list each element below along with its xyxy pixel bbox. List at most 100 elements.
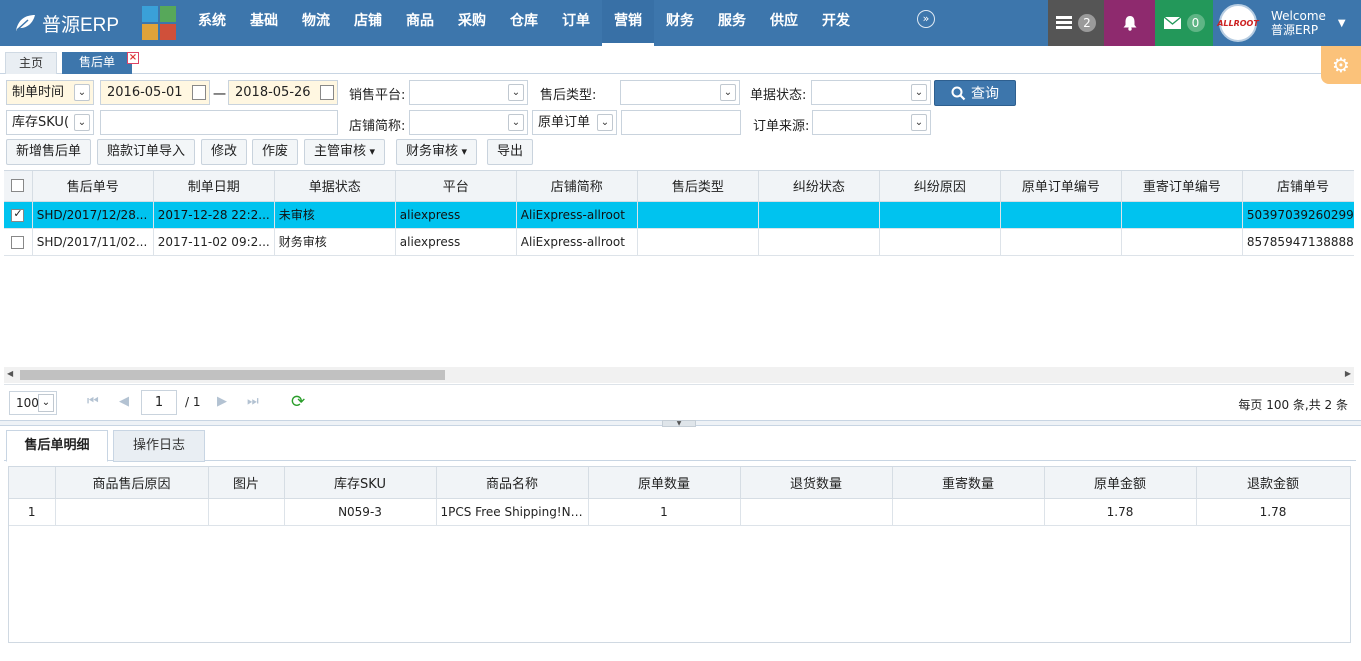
column-header[interactable]: 店铺简称 (516, 171, 638, 202)
source-select[interactable]: ⌄ (812, 110, 931, 135)
page-size-select[interactable]: 100 ⌄ (9, 391, 57, 415)
column-header[interactable]: 重寄订单编号 (1121, 171, 1243, 202)
tab-details[interactable]: 售后单明细 (6, 430, 108, 462)
row-checkbox[interactable] (11, 207, 25, 222)
query-button[interactable]: 查询 (934, 80, 1016, 106)
column-header[interactable]: 原单金额 (1044, 467, 1197, 499)
page-number-input[interactable]: 1 (141, 390, 177, 415)
row-index: 1 (9, 498, 56, 526)
grid-header: 售后单号 制单日期 单据状态 平台 店铺简称 售后类型 纠纷状态 纠纷原因 原单订单编号 重寄订单… (4, 171, 1354, 202)
column-header[interactable]: 重寄数量 (892, 467, 1045, 499)
scroll-thumb[interactable] (20, 370, 445, 380)
horizontal-scrollbar[interactable]: ◀ ▶ (4, 367, 1354, 383)
table-row[interactable]: SHD/2017/11/02... 2017-11-02 09:2... 财务审核 a… (4, 228, 1354, 256)
last-page-icon[interactable]: ⏭ (247, 394, 259, 409)
aftersale-type-select[interactable]: ⌄ (620, 80, 740, 105)
select-all-header (4, 171, 33, 202)
select-all-checkbox[interactable] (11, 179, 25, 193)
column-header[interactable]: 商品名称 (436, 467, 589, 499)
column-header[interactable]: 店铺单号 (1242, 171, 1354, 202)
table-row[interactable]: SHD/2017/12/28...2017-12-28 22:2...未审核al… (4, 201, 1354, 229)
date-type-select[interactable]: 制单时间 ⌄ (6, 80, 94, 105)
calendar-icon[interactable] (192, 85, 206, 100)
scroll-left-icon[interactable]: ◀ (7, 369, 13, 378)
collapse-handle-icon[interactable]: ▼ (662, 420, 696, 427)
action-button[interactable]: 导出 (487, 139, 534, 165)
column-header[interactable]: 退款金额 (1196, 467, 1350, 499)
apps-grid-icon[interactable] (142, 6, 176, 40)
sku-type-select[interactable]: 库存SKU(⌄ (6, 110, 94, 135)
column-header[interactable]: 纠纷状态 (758, 171, 880, 202)
column-header[interactable]: 售后类型 (637, 171, 759, 202)
column-header[interactable]: 商品售后原因 (55, 467, 209, 499)
shop-select[interactable]: ⌄ (409, 110, 528, 135)
user-info: Welcome 普源ERP (1271, 9, 1326, 37)
nav-item[interactable]: 财务 (654, 0, 706, 46)
table-cell: 503970392602995 (1242, 201, 1354, 229)
nav-item[interactable]: 商品 (394, 0, 446, 46)
column-header[interactable]: 售后单号 (32, 171, 154, 202)
row-checkbox[interactable] (11, 235, 25, 249)
nav-item[interactable]: 订单 (550, 0, 602, 46)
column-header[interactable]: 原单订单编号 (1000, 171, 1122, 202)
prev-page-icon[interactable]: ◀ (119, 394, 129, 409)
scroll-right-icon[interactable]: ▶ (1345, 369, 1351, 378)
tasks-count-badge: 2 (1078, 14, 1096, 32)
nav-item[interactable]: 系统 (186, 0, 238, 46)
refresh-icon[interactable]: ⟳ (291, 392, 305, 412)
action-button[interactable]: 主管审核 ▾ (304, 139, 386, 165)
column-header[interactable]: 纠纷原因 (879, 171, 1001, 202)
column-header[interactable]: 单据状态 (274, 171, 396, 202)
index-header (9, 467, 56, 499)
platform-select[interactable]: ⌄ (409, 80, 528, 105)
nav-item[interactable]: 仓库 (498, 0, 550, 46)
date-to-field[interactable]: 2018-05-26 (228, 80, 338, 105)
column-header[interactable]: 图片 (208, 467, 285, 499)
tasks-button[interactable]: 2 (1048, 0, 1104, 46)
user-name: 普源ERP (1271, 23, 1319, 37)
table-cell: 1.78 (1196, 498, 1350, 526)
orig-order-input[interactable] (621, 110, 741, 135)
chevron-down-icon: ⌄ (508, 114, 524, 131)
nav-item[interactable]: 服务 (706, 0, 758, 46)
action-button[interactable]: 修改 (201, 139, 248, 165)
brand[interactable]: 普源ERP (14, 9, 119, 37)
doc-status-select[interactable]: ⌄ (811, 80, 931, 105)
nav-item[interactable]: 供应 (758, 0, 810, 46)
aftersale-type-label: 售后类型: (540, 88, 597, 103)
table-row[interactable]: 1 N059-3 1PCS Free Shipping!Ne... 1 1.78 1.78 (9, 498, 1350, 526)
action-button[interactable]: 赔款订单导入 (97, 139, 196, 165)
column-header[interactable]: 平台 (395, 171, 517, 202)
double-chevron-right-icon[interactable]: » (917, 10, 935, 28)
column-header[interactable]: 原单数量 (588, 467, 741, 499)
column-header[interactable]: 库存SKU (284, 467, 437, 499)
tab-aftersale[interactable]: 售后单 (62, 52, 132, 74)
table-cell (758, 228, 880, 256)
user-menu[interactable]: ALLROOT Welcome 普源ERP ▼ (1213, 0, 1361, 46)
action-button[interactable]: 财务审核 ▾ (396, 139, 478, 165)
orig-order-type-select[interactable]: 原单订单 ⌄ (532, 110, 617, 135)
nav-item[interactable]: 营销 (602, 0, 654, 46)
next-page-icon[interactable]: ▶ (217, 394, 227, 409)
column-header[interactable]: 制单日期 (153, 171, 275, 202)
nav-item[interactable]: 物流 (290, 0, 342, 46)
table-cell (1000, 201, 1122, 229)
nav-item[interactable]: 店铺 (342, 0, 394, 46)
first-page-icon[interactable]: ⏮ (87, 394, 99, 409)
alerts-button[interactable] (1104, 0, 1155, 46)
close-tab-icon[interactable]: × (127, 52, 139, 64)
nav-item[interactable]: 开发 (810, 0, 862, 46)
tab-log[interactable]: 操作日志 (113, 430, 205, 462)
nav-item[interactable]: 采购 (446, 0, 498, 46)
calendar-icon[interactable] (320, 85, 334, 100)
messages-button[interactable]: 0 (1155, 0, 1213, 46)
tile (160, 24, 176, 40)
action-button[interactable]: 作废 (252, 139, 299, 165)
tab-home[interactable]: 主页 (5, 52, 57, 74)
date-from-field[interactable]: 2016-05-01 (100, 80, 210, 105)
action-button[interactable]: 新增售后单 (6, 139, 92, 165)
panel-splitter[interactable]: ▼ (0, 420, 1361, 427)
sku-input[interactable] (100, 110, 338, 135)
column-header[interactable]: 退货数量 (740, 467, 893, 499)
nav-item[interactable]: 基础 (238, 0, 290, 46)
